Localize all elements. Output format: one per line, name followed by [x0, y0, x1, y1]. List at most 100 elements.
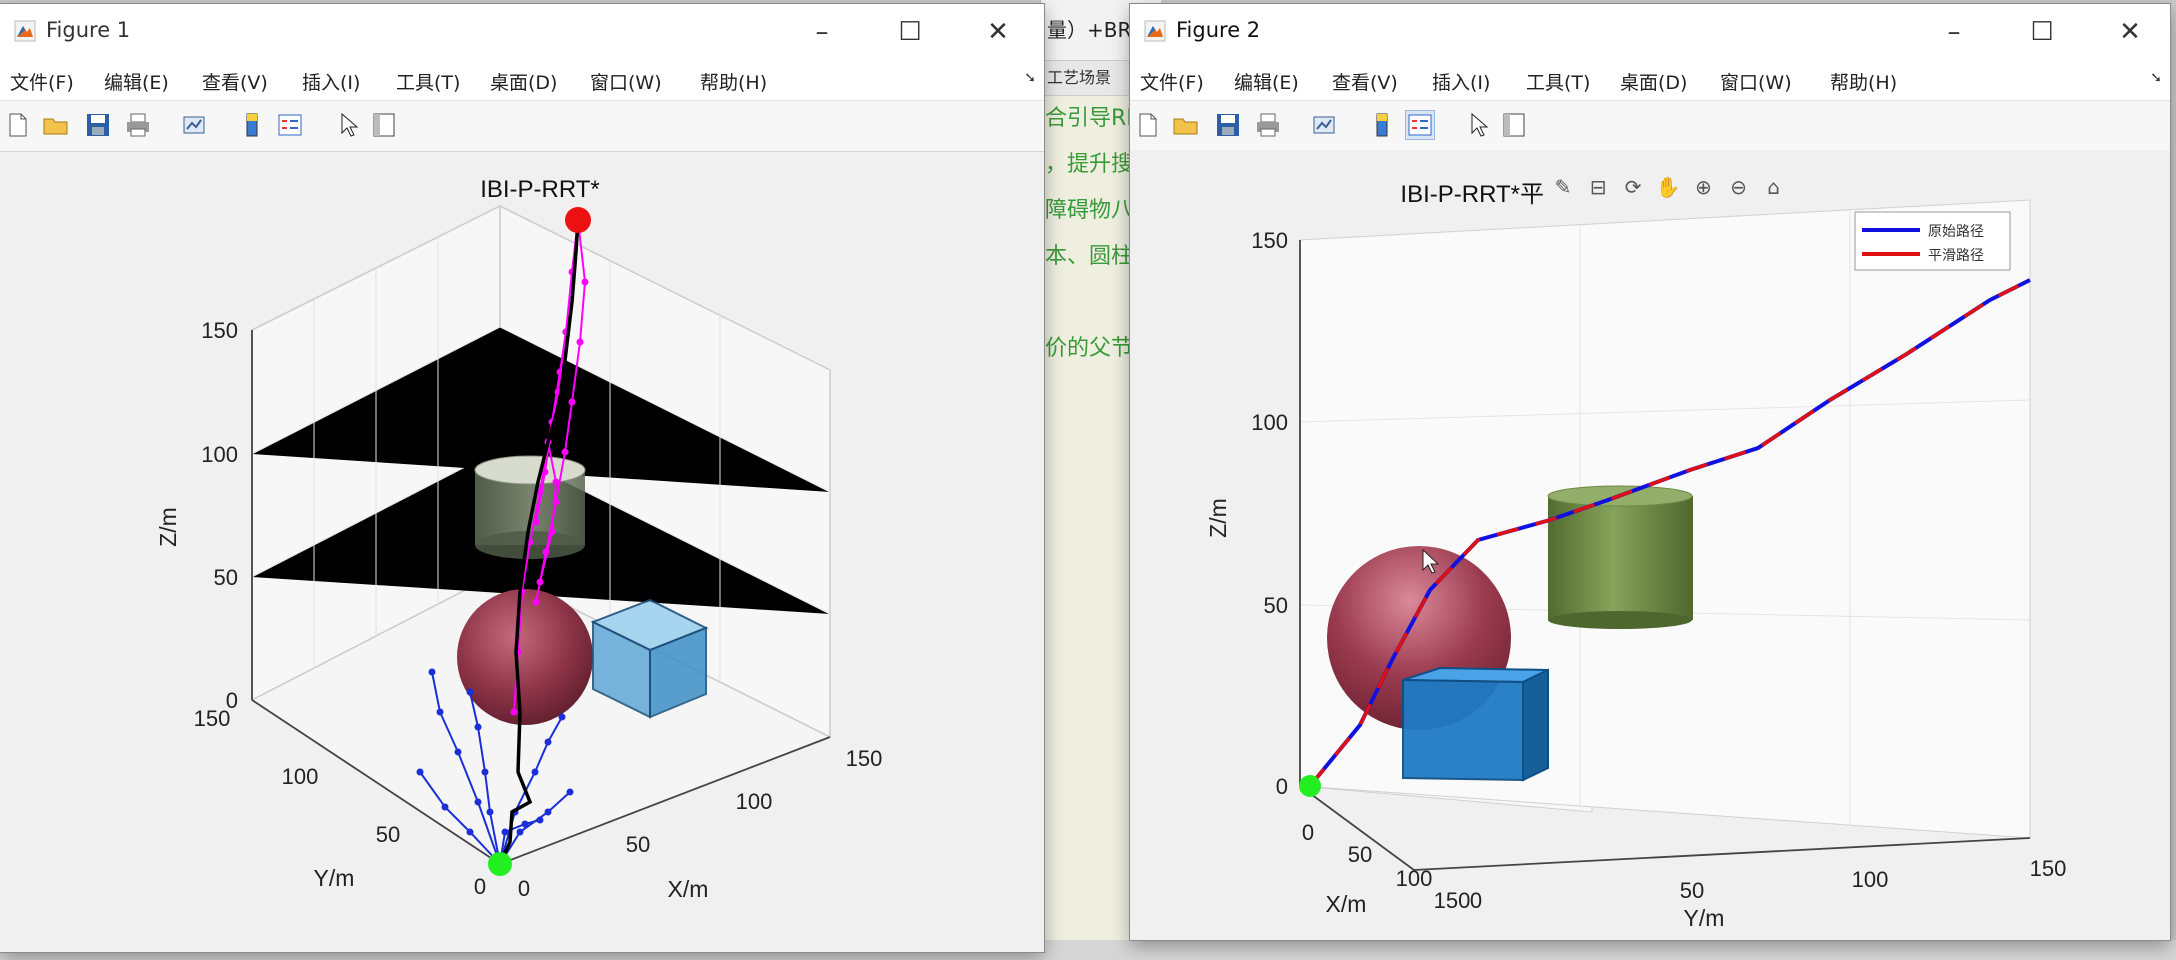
goal-tree-node [576, 338, 584, 346]
pan-icon[interactable]: ✋ [1653, 172, 1683, 202]
figure1-window[interactable]: Figure 1 – ☐ ✕ 文件(F) 编辑(E) 查看(V) 插入(I) 工… [0, 4, 1044, 952]
goal-tree-node [532, 518, 540, 526]
start-tree-node [558, 713, 566, 721]
save-icon[interactable] [84, 111, 112, 139]
start-tree-node [454, 748, 462, 756]
legend-icon[interactable] [276, 111, 304, 139]
y-tick-50: 50 [376, 822, 400, 847]
print-icon[interactable] [124, 111, 152, 139]
maximize-icon[interactable]: ☐ [878, 12, 942, 52]
start-tree-node [428, 668, 436, 676]
menu-help[interactable]: 帮助(H) [1830, 68, 1897, 95]
goal-tree-node [552, 478, 560, 486]
start-tree-node [436, 708, 444, 716]
maximize-icon[interactable]: ☐ [2010, 12, 2074, 52]
y-tick-150: 150 [2030, 856, 2067, 881]
goal-tree-node [548, 528, 556, 536]
goal-tree-node [532, 598, 540, 606]
menu-file[interactable]: 文件(F) [1140, 68, 1204, 95]
cylinder-obstacle [1547, 485, 1693, 629]
cube-obstacle [1402, 666, 1549, 782]
z-tick-150: 150 [1251, 228, 1288, 253]
figure1-axes[interactable]: IBI-P-RRT* 0 50 100 150 Z/m 0 50 100 150… [0, 152, 1044, 952]
goal-marker [565, 207, 591, 233]
x-tick-150: 150 [846, 746, 883, 771]
close-icon[interactable]: ✕ [966, 12, 1030, 52]
menu-desktop[interactable]: 桌面(D) [490, 68, 557, 95]
x-tick-150: 150 [1434, 888, 1471, 913]
matlab-app-icon [14, 20, 36, 42]
zoom-in-icon[interactable]: ⊕ [1688, 172, 1718, 202]
rotate-icon[interactable]: ⟳ [1618, 172, 1648, 202]
minimize-icon[interactable]: – [790, 12, 854, 52]
property-inspector-icon[interactable] [1500, 111, 1528, 139]
figure2-axes[interactable]: 原始路径 平滑路径 IBI-P-RRT*平 0 50 100 150 Z/m 0… [1130, 150, 2170, 940]
goal-tree-node [536, 578, 544, 586]
menu-window[interactable]: 窗口(W) [1720, 68, 1792, 95]
menu-edit[interactable]: 编辑(E) [1234, 68, 1299, 95]
y-tick-50: 50 [1680, 878, 1704, 903]
menu-insert[interactable]: 插入(I) [302, 68, 360, 95]
link-plot-icon[interactable] [1310, 111, 1338, 139]
start-tree-node [441, 803, 449, 811]
x-tick-100: 100 [736, 789, 773, 814]
y-tick-150: 150 [194, 706, 231, 731]
menu-file[interactable]: 文件(F) [10, 68, 74, 95]
data-tip-icon[interactable]: ⊟ [1583, 172, 1613, 202]
start-marker [1299, 775, 1321, 797]
colorbar-icon[interactable] [238, 111, 266, 139]
start-tree-node [416, 768, 424, 776]
goal-tree-node [581, 278, 589, 286]
save-icon[interactable] [1214, 111, 1242, 139]
home-icon[interactable]: ⌂ [1759, 172, 1789, 202]
menu-tools[interactable]: 工具(T) [1526, 68, 1590, 95]
menu-help[interactable]: 帮助(H) [700, 68, 767, 95]
menu-tools[interactable]: 工具(T) [396, 68, 460, 95]
new-file-icon[interactable] [4, 111, 32, 139]
link-plot-icon[interactable] [180, 111, 208, 139]
menu-desktop[interactable]: 桌面(D) [1620, 68, 1687, 95]
legend-icon[interactable] [1406, 111, 1434, 139]
menu-window[interactable]: 窗口(W) [590, 68, 662, 95]
new-file-icon[interactable] [1134, 111, 1162, 139]
open-folder-icon[interactable] [42, 111, 70, 139]
start-tree-node [466, 828, 474, 836]
figure2-window[interactable]: Figure 2 – ☐ ✕ 文件(F) 编辑(E) 查看(V) 插入(I) 工… [1130, 4, 2170, 940]
menu-insert[interactable]: 插入(I) [1432, 68, 1490, 95]
menu-overflow-icon[interactable]: ➘ [2150, 70, 2162, 86]
pointer-icon[interactable] [334, 111, 362, 139]
pointer-icon[interactable] [1464, 111, 1492, 139]
menu-overflow-icon[interactable]: ➘ [1024, 70, 1036, 86]
legend[interactable]: 原始路径 平滑路径 [1854, 211, 2011, 271]
figure2-plot-title: IBI-P-RRT*平 [1400, 181, 1544, 208]
minimize-icon[interactable]: – [1922, 12, 1986, 52]
start-tree-node [566, 788, 574, 796]
sphere-obstacle [457, 589, 593, 725]
menu-view[interactable]: 查看(V) [1332, 68, 1398, 95]
brush-icon[interactable]: ✎ [1548, 172, 1578, 202]
figure1-plot-title: IBI-P-RRT* [480, 176, 600, 203]
figure1-chart[interactable]: IBI-P-RRT* 0 50 100 150 Z/m 0 50 100 150… [0, 152, 1044, 952]
menu-view[interactable]: 查看(V) [202, 68, 268, 95]
z-tick-50: 50 [214, 565, 238, 590]
y-tick-0: 0 [1470, 888, 1482, 913]
y-tick-0: 0 [474, 874, 486, 899]
property-inspector-icon[interactable] [370, 111, 398, 139]
print-icon[interactable] [1254, 111, 1282, 139]
figure2-titlebar[interactable]: Figure 2 – ☐ ✕ [1130, 4, 2170, 60]
start-marker [488, 852, 512, 876]
figure2-chart[interactable]: 原始路径 平滑路径 IBI-P-RRT*平 0 50 100 150 Z/m 0… [1130, 150, 2170, 940]
start-tree-node [501, 828, 509, 836]
open-folder-icon[interactable] [1172, 111, 1200, 139]
start-tree-node [544, 808, 552, 816]
colorbar-icon[interactable] [1368, 111, 1396, 139]
start-tree-node [544, 738, 552, 746]
figure1-xlabel: X/m [668, 876, 709, 902]
close-icon[interactable]: ✕ [2098, 12, 2162, 52]
figure1-title: Figure 1 [46, 18, 131, 42]
start-tree-node [531, 768, 539, 776]
goal-tree-node [561, 448, 569, 456]
zoom-out-icon[interactable]: ⊖ [1723, 172, 1753, 202]
figure1-titlebar[interactable]: Figure 1 – ☐ ✕ [0, 4, 1044, 60]
menu-edit[interactable]: 编辑(E) [104, 68, 169, 95]
